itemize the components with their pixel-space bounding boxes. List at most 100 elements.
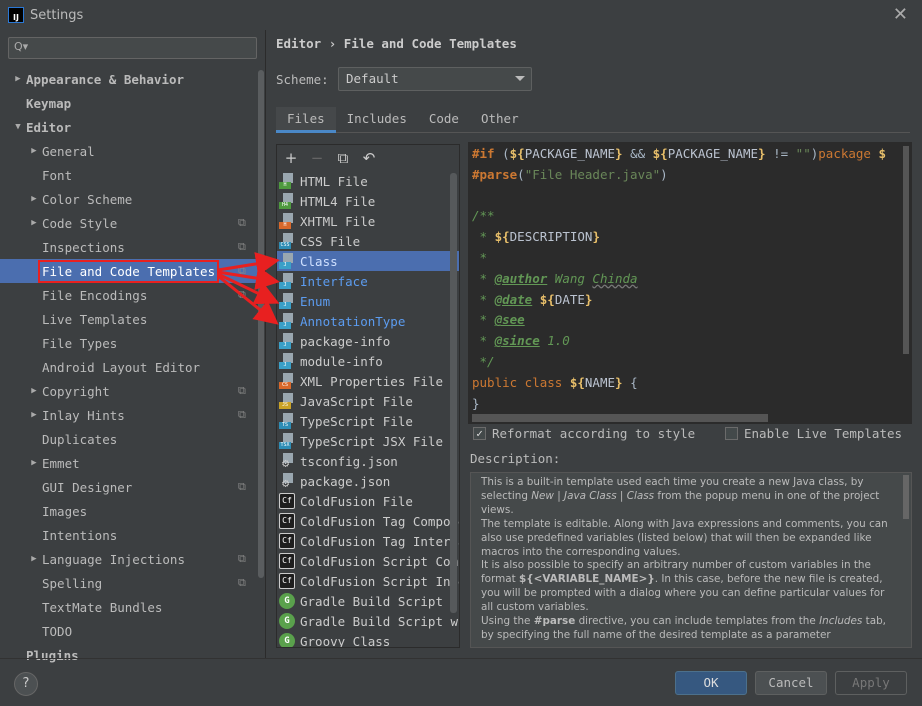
template-item[interactable]: TS TypeScript File	[277, 411, 459, 431]
sidebar-item-label: File Encodings	[42, 287, 148, 303]
tab-includes[interactable]: Includes	[336, 107, 418, 133]
chevron-right-icon[interactable]: ▶	[26, 410, 42, 420]
template-name: Gradle Build Script with wrapper	[300, 613, 459, 629]
list-scrollbar[interactable]	[450, 173, 457, 613]
help-button[interactable]: ?	[14, 672, 38, 696]
template-item[interactable]: ⚙ package.json	[277, 471, 459, 491]
tab-code[interactable]: Code	[418, 107, 470, 133]
sidebar-item-code-style[interactable]: ▶ Code Style ⧉	[0, 211, 258, 235]
sidebar-item-spelling[interactable]: Spelling ⧉	[0, 571, 258, 595]
template-item[interactable]: CSS CSS File	[277, 231, 459, 251]
sidebar-item-inlay-hints[interactable]: ▶ Inlay Hints ⧉	[0, 403, 258, 427]
template-item[interactable]: Jmodule-info	[277, 351, 459, 371]
template-item[interactable]: G Gradle Build Script	[277, 591, 459, 611]
json-gear-file-icon: ⚙	[279, 453, 295, 470]
sidebar-item-font[interactable]: Font	[0, 163, 258, 187]
template-item[interactable]: H4 HTML4 File	[277, 191, 459, 211]
sidebar-item-label: General	[42, 143, 95, 159]
template-name: Groovy Class	[300, 633, 391, 648]
remove-icon[interactable]: −	[309, 149, 325, 167]
sidebar-item-editor[interactable]: ▼ Editor	[0, 115, 258, 139]
sidebar-item-inspections[interactable]: Inspections ⧉	[0, 235, 258, 259]
html-file-icon: H	[279, 173, 295, 189]
chevron-right-icon[interactable]: ▶	[10, 74, 26, 84]
cancel-button[interactable]: Cancel	[755, 671, 827, 695]
breadcrumb-current: File and Code Templates	[343, 36, 517, 51]
sidebar-item-images[interactable]: Images	[0, 499, 258, 523]
template-code-editor[interactable]: #if (${PACKAGE_NAME} && ${PACKAGE_NAME} …	[468, 142, 912, 424]
template-item[interactable]: ⚙ tsconfig.json	[277, 451, 459, 471]
chevron-right-icon[interactable]: ▶	[26, 194, 42, 204]
code-line: * @since 1.0	[472, 333, 570, 349]
template-item[interactable]: TSX TypeScript JSX File	[277, 431, 459, 451]
template-item[interactable]: CS XML Properties File	[277, 371, 459, 391]
sidebar-item-general[interactable]: ▶ General	[0, 139, 258, 163]
template-item[interactable]: Jpackage-info	[277, 331, 459, 351]
sidebar-item-label: Images	[42, 503, 88, 519]
sidebar-item-intentions[interactable]: Intentions	[0, 523, 258, 547]
copy-icon[interactable]: ⧉	[335, 149, 351, 167]
editor-horizontal-scrollbar[interactable]	[472, 414, 768, 422]
template-item[interactable]: J AnnotationType	[277, 311, 459, 331]
chevron-right-icon[interactable]: ▶	[26, 554, 42, 564]
code-line: #parse("File Header.java")	[472, 166, 668, 182]
template-item[interactable]: G Gradle Build Script with wrapper	[277, 611, 459, 631]
template-item[interactable]: Cf ColdFusion Script Interface	[277, 571, 459, 591]
sidebar-item-label: Inlay Hints	[42, 407, 125, 423]
scheme-select[interactable]: Default	[338, 67, 532, 91]
code-line: */	[472, 353, 495, 369]
sidebar-item-keymap[interactable]: Keymap	[0, 91, 258, 115]
template-item[interactable]: H HTML File	[277, 171, 459, 191]
sidebar-item-file-types[interactable]: File Types	[0, 331, 258, 355]
template-item[interactable]: J Class	[277, 251, 459, 271]
sidebar-item-android-layout-editor[interactable]: Android Layout Editor	[0, 355, 258, 379]
template-item[interactable]: H XHTML File	[277, 211, 459, 231]
sidebar-item-emmet[interactable]: ▶ Emmet	[0, 451, 258, 475]
template-item[interactable]: Cf ColdFusion Tag Component	[277, 511, 459, 531]
add-icon[interactable]: +	[283, 149, 299, 167]
sidebar-item-gui-designer[interactable]: GUI Designer ⧉	[0, 475, 258, 499]
editor-vertical-scrollbar[interactable]	[903, 146, 909, 354]
template-name: JavaScript File	[300, 393, 413, 409]
chevron-right-icon[interactable]: ▶	[26, 218, 42, 228]
chevron-right-icon[interactable]: ▶	[26, 458, 42, 468]
sidebar-item-language-injections[interactable]: ▶ Language Injections ⧉	[0, 547, 258, 571]
template-item[interactable]: JS JavaScript File	[277, 391, 459, 411]
ok-button[interactable]: OK	[675, 671, 747, 695]
template-name: TypeScript File	[300, 413, 413, 429]
tab-other[interactable]: Other	[470, 107, 530, 133]
sidebar-item-file-encodings[interactable]: File Encodings ⧉	[0, 283, 258, 307]
sidebar-item-textmate-bundles[interactable]: TextMate Bundles	[0, 595, 258, 619]
template-item[interactable]: J Enum	[277, 291, 459, 311]
chevron-down-icon[interactable]: ▼	[10, 122, 26, 132]
sidebar-item-duplicates[interactable]: Duplicates	[0, 427, 258, 451]
html-file-icon: H4	[279, 193, 295, 209]
sidebar-item-file-and-code-templates[interactable]: File and Code Templates ⧉	[0, 259, 258, 283]
sidebar-item-label: Intentions	[42, 527, 118, 543]
sidebar-item-color-scheme[interactable]: ▶ Color Scheme	[0, 187, 258, 211]
sidebar-item-label: Android Layout Editor	[42, 359, 201, 375]
search-input[interactable]: Q▾	[8, 37, 257, 59]
sidebar-item-todo[interactable]: TODO	[0, 619, 258, 643]
template-item[interactable]: Cf ColdFusion Tag Interface	[277, 531, 459, 551]
chevron-right-icon[interactable]: ▶	[26, 386, 42, 396]
sidebar-item-live-templates[interactable]: Live Templates	[0, 307, 258, 331]
close-icon[interactable]: ✕	[893, 4, 908, 25]
template-item[interactable]: J Interface	[277, 271, 459, 291]
reformat-checkbox[interactable]: ✓ Reformat according to style	[473, 426, 695, 441]
live-templates-checkbox[interactable]: Enable Live Templates	[725, 426, 902, 441]
sidebar-scrollbar[interactable]	[258, 70, 264, 578]
reset-icon[interactable]: ↶	[361, 149, 377, 167]
apply-button[interactable]: Apply	[835, 671, 907, 695]
template-item[interactable]: Cf ColdFusion Script Component	[277, 551, 459, 571]
chevron-right-icon[interactable]: ▶	[26, 146, 42, 156]
template-item[interactable]: Cf ColdFusion File	[277, 491, 459, 511]
sidebar-item-appearance-behavior[interactable]: ▶ Appearance & Behavior	[0, 67, 258, 91]
template-item[interactable]: G Groovy Class	[277, 631, 459, 648]
template-name: package-info	[300, 333, 391, 349]
template-name: ColdFusion Tag Interface	[300, 533, 459, 549]
sidebar-item-copyright[interactable]: ▶ Copyright ⧉	[0, 379, 258, 403]
description-scrollbar[interactable]	[903, 475, 909, 519]
tab-files[interactable]: Files	[276, 107, 336, 133]
